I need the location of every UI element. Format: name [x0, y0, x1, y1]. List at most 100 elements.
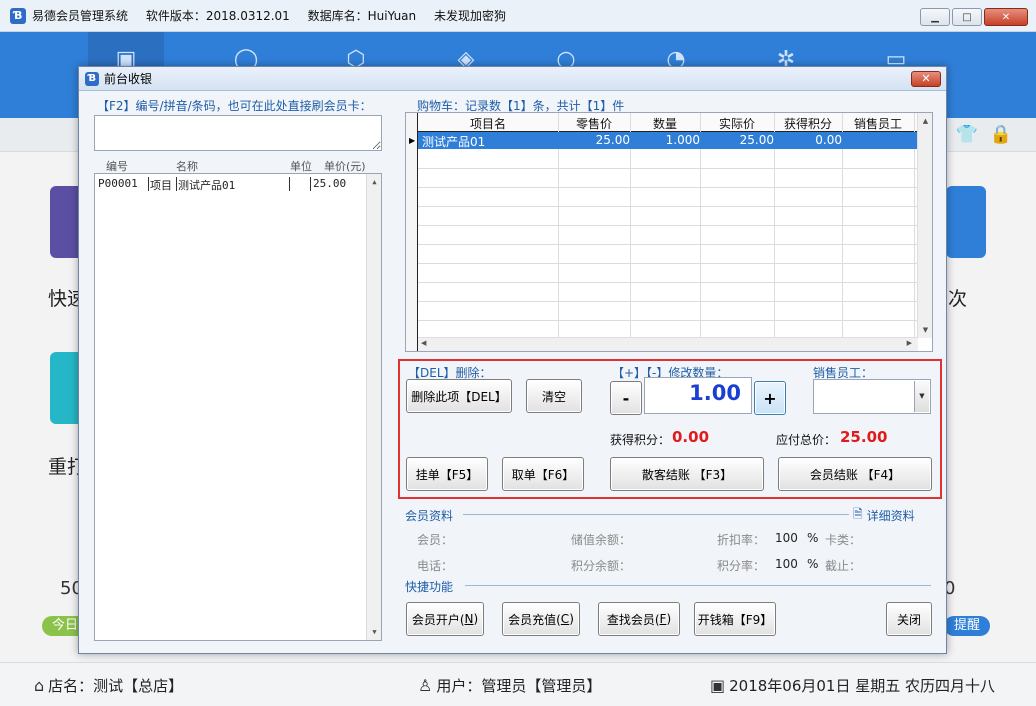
cart-col-points: 获得积分	[783, 117, 832, 131]
button-label: 查找会员(	[606, 612, 660, 627]
points-balance-label: 积分余额：	[571, 559, 632, 573]
shirt-icon[interactable]: 👕	[954, 122, 980, 148]
expiry-label: 截止：	[825, 559, 862, 573]
list-item[interactable]: P00001 项目 测试产品01 25.00	[95, 176, 365, 192]
points-value: 0.00	[672, 428, 710, 446]
column-separator	[310, 177, 311, 191]
staff-select[interactable]: ▼	[813, 379, 931, 414]
search-label: 【F2】编号/拼音/条码，也可在此处直接刷会员卡：	[97, 99, 372, 113]
current-date: 2018年06月01日 星期五 农历四月十八	[729, 677, 996, 695]
cart-grid[interactable]: ▶ 项目名 零售价 数量 实际价 获得积分 销售员工 测试产品01 25.00 …	[405, 112, 933, 352]
document-icon: 🗎	[853, 507, 863, 521]
user-name: 用户：管理员【管理员】	[436, 677, 602, 695]
col-code: 编号	[106, 160, 128, 173]
close-icon[interactable]: ✕	[984, 8, 1028, 26]
status-user: ♙ 用户：管理员【管理员】	[418, 675, 601, 696]
grid-line	[418, 282, 918, 283]
scroll-left-icon[interactable]: ◀	[421, 339, 426, 347]
cart-col-actual: 实际价	[718, 117, 755, 131]
grid-line	[418, 263, 918, 264]
user-icon: ♙	[418, 676, 433, 695]
retrieve-order-button[interactable]: 取单【F6】	[502, 457, 584, 491]
cart-horizontal-scrollbar[interactable]: ◀ ▶	[418, 337, 918, 351]
button-hotkey: F	[659, 612, 667, 626]
action-panel: 【DEL】删除： 【+】【-】修改数量： 销售员工： 删除此项【DEL】 清空 …	[398, 359, 942, 499]
main-title-bar: Ɓ 易德会员管理系统 软件版本：2018.0312.01 数据库名：HuiYua…	[0, 0, 1036, 32]
section-divider	[463, 514, 849, 515]
checkout-dialog: Ɓ 前台收银 ✕ 【F2】编号/拼音/条码，也可在此处直接刷会员卡： 编号 名称…	[78, 66, 947, 654]
grid-line	[418, 168, 918, 169]
points-label: 获得积分：	[610, 433, 671, 447]
scroll-down-icon[interactable]: ▼	[367, 628, 382, 636]
detail-link-label: 详细资料	[866, 509, 915, 523]
store-icon: ⌂	[34, 676, 45, 695]
quantity-stepper[interactable]: 1.00	[644, 377, 752, 414]
app-name: 易德会员管理系统	[32, 9, 129, 23]
product-price: 25.00	[313, 177, 347, 190]
member-checkout-button[interactable]: 会员结账 【F4】	[778, 457, 932, 491]
main-title-text: 易德会员管理系统 软件版本：2018.0312.01 数据库名：HuiYuan …	[32, 7, 520, 24]
scroll-down-icon[interactable]: ▼	[918, 326, 932, 334]
clear-button[interactable]: 清空	[526, 379, 582, 413]
database-name: 数据库名：HuiYuan	[307, 9, 417, 23]
table-row[interactable]: 测试产品01 25.00 1.000 25.00 0.00	[418, 132, 918, 149]
minimize-icon[interactable]: ▁	[920, 8, 950, 26]
dialog-close-icon[interactable]: ✕	[911, 71, 941, 87]
discount-unit: %	[807, 531, 819, 545]
product-list-scrollbar[interactable]: ▲ ▼	[366, 174, 381, 640]
store-name: 店名：测试【总店】	[48, 677, 184, 695]
dialog-title: 前台收银	[104, 72, 153, 86]
button-hotkey: N	[464, 612, 474, 626]
button-label-end: )	[666, 612, 672, 626]
col-price: 单价(元)	[324, 160, 366, 173]
section-divider	[465, 585, 931, 586]
chevron-down-icon[interactable]: ▼	[914, 381, 929, 412]
product-list[interactable]: P00001 项目 测试产品01 25.00 ▲ ▼	[94, 173, 382, 641]
window-controls: ▁ □ ✕	[920, 8, 1028, 26]
column-separator	[176, 177, 177, 191]
cart-vertical-scrollbar[interactable]: ▲ ▼	[917, 113, 932, 338]
app-version: 软件版本：2018.0312.01	[145, 9, 290, 23]
column-separator	[148, 177, 149, 191]
total-value: 25.00	[840, 428, 888, 446]
search-input[interactable]	[94, 115, 382, 151]
status-store: ⌂ 店名：测试【总店】	[34, 675, 183, 696]
phone-label: 电话：	[417, 559, 454, 573]
guest-checkout-button[interactable]: 散客结账 【F3】	[610, 457, 764, 491]
product-code: P00001	[98, 177, 138, 190]
grid-line	[418, 225, 918, 226]
button-hotkey: C	[560, 612, 570, 626]
increase-qty-button[interactable]: +	[754, 381, 786, 415]
dialog-logo-icon: Ɓ	[85, 71, 99, 86]
lock-icon[interactable]: 🔒	[988, 122, 1014, 148]
decrease-qty-button[interactable]: -	[610, 381, 642, 415]
grid-line	[418, 244, 918, 245]
dashboard-pill-reminder[interactable]: 提醒	[944, 616, 991, 636]
cart-row-header-column: ▶	[406, 113, 418, 351]
quick-section-title: 快捷功能	[405, 580, 454, 594]
hold-order-button[interactable]: 挂单【F5】	[406, 457, 488, 491]
open-cash-drawer-button[interactable]: 开钱箱【F9】	[694, 602, 776, 636]
cart-item-name: 测试产品01	[422, 135, 486, 149]
scroll-up-icon[interactable]: ▲	[918, 117, 932, 125]
cart-item-retail: 25.00	[595, 133, 630, 147]
dashboard-tile-blue[interactable]	[946, 186, 986, 258]
member-recharge-button[interactable]: 会员充值(C)	[502, 602, 580, 636]
grid-line	[418, 301, 918, 302]
close-dialog-button[interactable]: 关闭	[886, 602, 932, 636]
member-detail-link[interactable]: 🗎 详细资料	[853, 505, 915, 526]
dialog-title-bar: Ɓ 前台收银 ✕	[79, 67, 946, 91]
cart-item-points: 0.00	[815, 133, 842, 147]
total-label: 应付总价：	[776, 433, 837, 447]
scroll-right-icon[interactable]: ▶	[907, 339, 912, 347]
scroll-up-icon[interactable]: ▲	[367, 178, 382, 186]
open-member-account-button[interactable]: 会员开户(N)	[406, 602, 484, 636]
status-bar: ⌂ 店名：测试【总店】 ♙ 用户：管理员【管理员】 ▣ 2018年06月01日 …	[0, 662, 1036, 706]
find-member-button[interactable]: 查找会员(F)	[598, 602, 680, 636]
stored-balance-label: 储值余额：	[571, 533, 632, 547]
maximize-icon[interactable]: □	[952, 8, 982, 26]
delete-item-button[interactable]: 删除此项【DEL】	[406, 379, 512, 413]
product-name: 测试产品01	[178, 179, 236, 192]
member-section-title: 会员资料	[405, 509, 454, 523]
member-label: 会员：	[417, 533, 454, 547]
